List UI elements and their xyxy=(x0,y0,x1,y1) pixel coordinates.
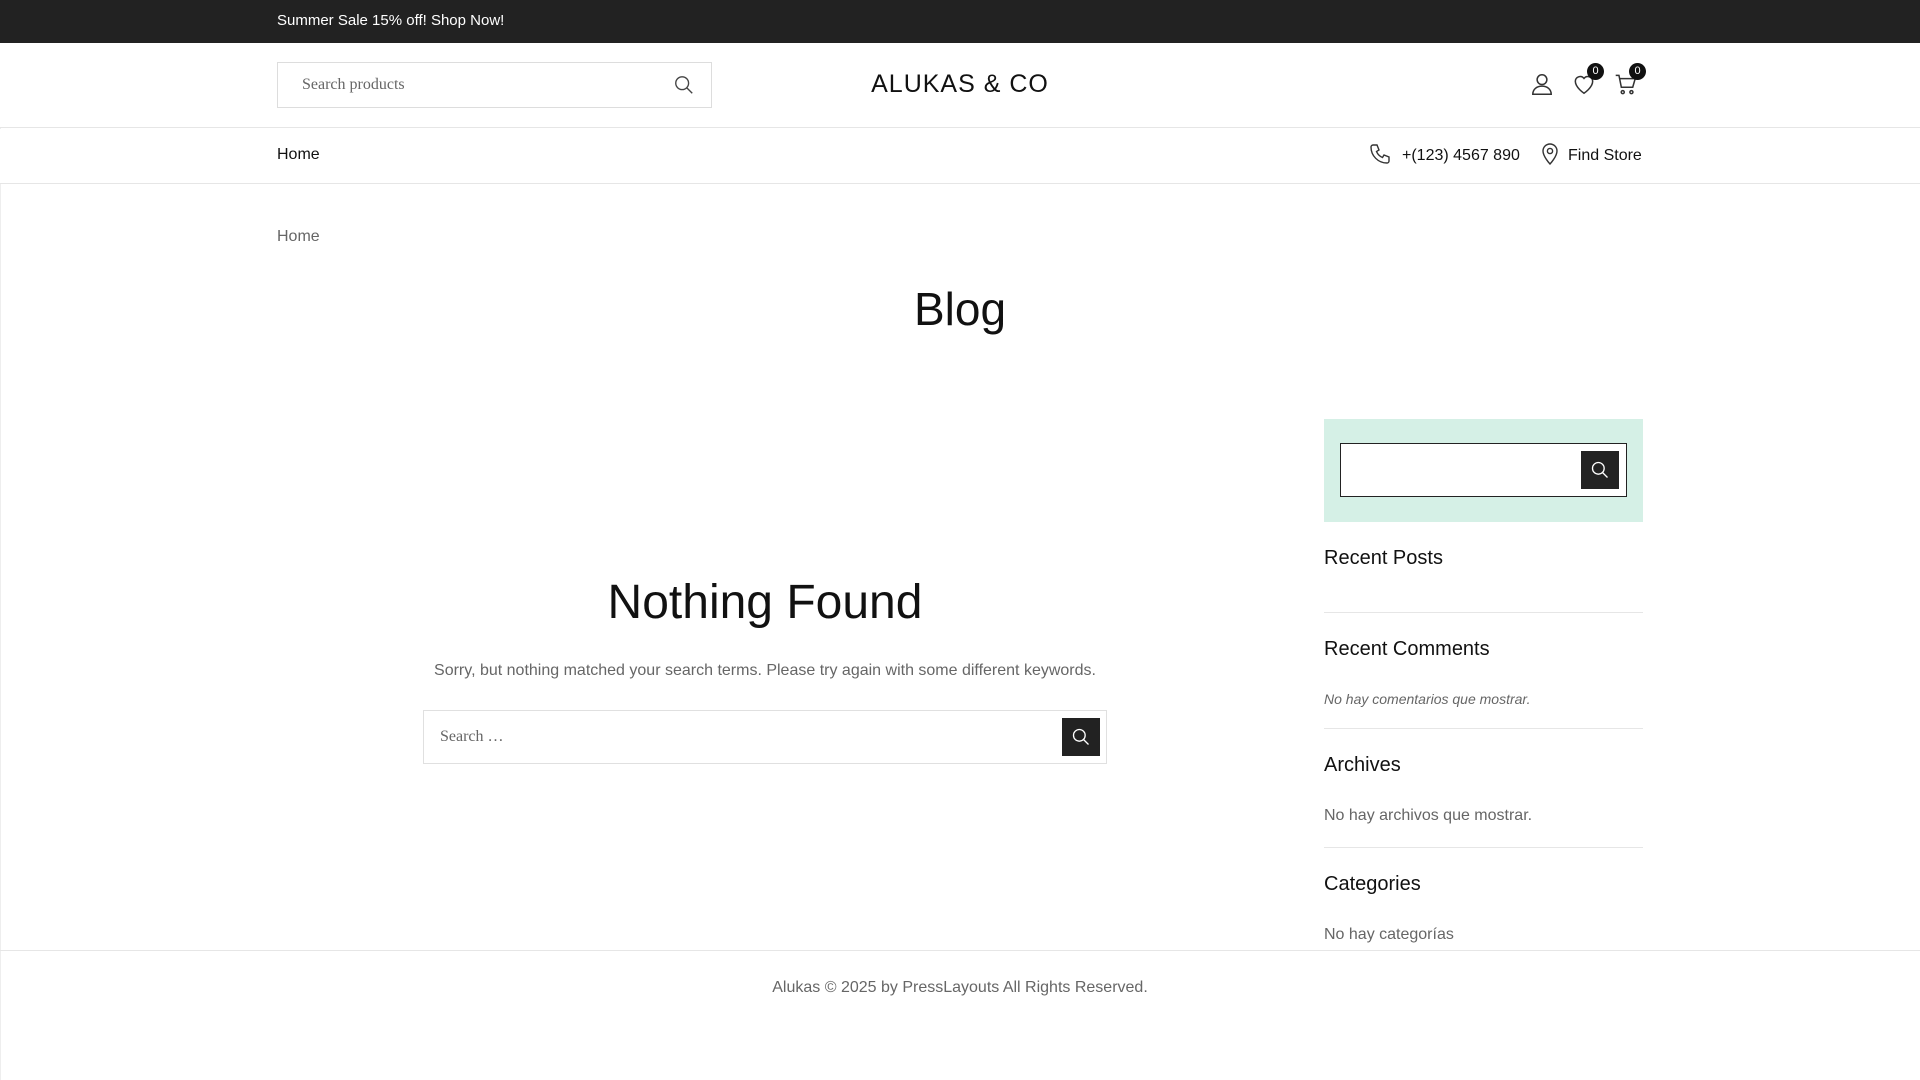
map-pin-icon xyxy=(1540,142,1560,171)
search-icon xyxy=(1591,461,1608,478)
search-icon xyxy=(1072,728,1089,745)
archives-empty: No hay archivos que mostrar. xyxy=(1324,807,1533,824)
recent-posts-title: Recent Posts xyxy=(1324,547,1443,569)
header-search xyxy=(277,62,712,108)
content-search-button[interactable] xyxy=(1062,718,1100,756)
promo-bar: Summer Sale 15% off! Shop Now! xyxy=(0,0,1920,43)
sidebar-search-button[interactable] xyxy=(1581,451,1619,489)
page-edge xyxy=(0,43,1,1080)
search-icon[interactable] xyxy=(673,74,695,96)
cart-icon[interactable]: 0 xyxy=(1613,63,1646,97)
find-store-label: Find Store xyxy=(1568,147,1642,164)
phone-link[interactable]: +(123) 4567 890 xyxy=(1368,142,1520,171)
divider xyxy=(1324,728,1643,729)
cart-count-badge: 0 xyxy=(1629,63,1646,80)
content-search-form xyxy=(423,710,1107,764)
phone-icon xyxy=(1368,142,1392,171)
sidebar-search-widget xyxy=(1324,419,1643,522)
product-search-input[interactable] xyxy=(278,63,658,107)
recent-comments-title: Recent Comments xyxy=(1324,638,1490,660)
find-store-link[interactable]: Find Store xyxy=(1540,142,1642,171)
categories-empty: No hay categorías xyxy=(1324,926,1454,943)
archives-title: Archives xyxy=(1324,754,1401,776)
page-title: Blog xyxy=(913,283,1007,335)
divider xyxy=(1324,612,1643,613)
sidebar-search-input[interactable] xyxy=(1341,444,1571,496)
sidebar-search-form xyxy=(1340,443,1627,497)
nav-item-home[interactable]: Home xyxy=(277,146,320,164)
breadcrumb-home[interactable]: Home xyxy=(277,228,320,246)
footer-copyright: Alukas © 2025 by PressLayouts All Rights… xyxy=(772,979,1148,996)
wishlist-count-badge: 0 xyxy=(1587,63,1604,80)
recent-comments-empty: No hay comentarios que mostrar. xyxy=(1324,691,1531,707)
phone-number: +(123) 4567 890 xyxy=(1402,147,1520,164)
promo-link[interactable]: Summer Sale 15% off! Shop Now! xyxy=(277,12,504,29)
footer-divider xyxy=(0,950,1920,951)
site-header: ALUKAS & CO 0 0 xyxy=(0,43,1920,128)
categories-title: Categories xyxy=(1324,873,1421,895)
nothing-found-message: Sorry, but nothing matched your search t… xyxy=(434,662,1096,679)
wishlist-icon[interactable]: 0 xyxy=(1571,63,1604,97)
site-logo[interactable]: ALUKAS & CO xyxy=(860,70,1060,99)
content-search-input[interactable] xyxy=(424,711,1044,763)
nothing-found-title: Nothing Found xyxy=(607,576,923,629)
divider xyxy=(1324,847,1643,848)
main-nav: Home +(123) 4567 890 Find Store xyxy=(0,129,1920,184)
user-icon[interactable] xyxy=(1529,71,1555,97)
